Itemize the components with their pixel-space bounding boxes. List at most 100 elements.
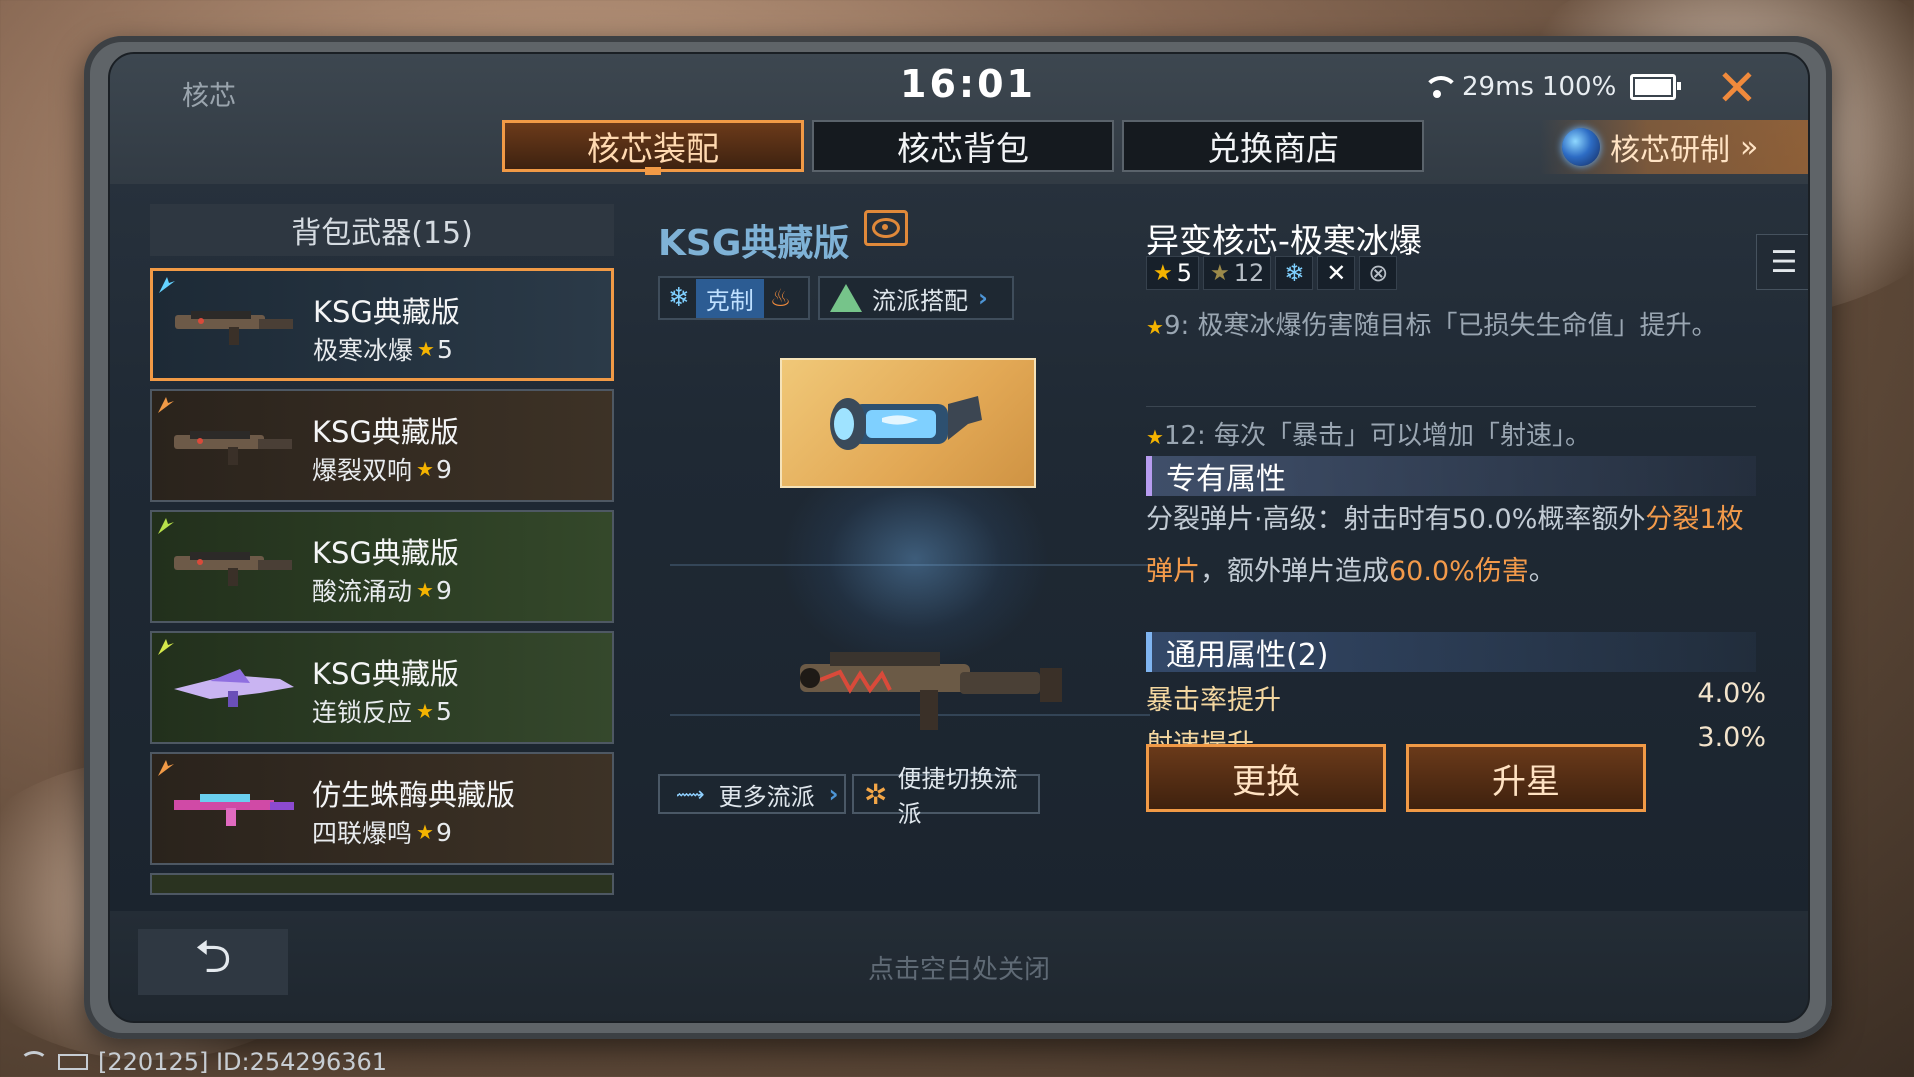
battery-text: 100%: [1541, 72, 1617, 102]
top-bar: 核芯 16:01 29ms 100% ✕ 核芯装配 核芯背包 兑换商店 核芯研制…: [110, 54, 1808, 184]
battery-icon: [58, 1054, 88, 1070]
bottom-bar: ⮌ 点击空白处关闭: [110, 911, 1808, 1021]
tab-core-assembly[interactable]: 核芯装配: [502, 120, 804, 175]
wifi-icon: [1420, 74, 1454, 100]
weapon-item-partial[interactable]: [150, 873, 614, 895]
exclusive-header: 专有属性: [1146, 456, 1756, 497]
detail-view-icon[interactable]: ☰: [1756, 234, 1808, 290]
star-count: 5: [1176, 259, 1193, 287]
core-stars: 9: [435, 575, 452, 605]
weapon-item[interactable]: KSG典藏版 连锁反应 ★ 5: [150, 631, 614, 744]
weapon-list[interactable]: KSG典藏版 极寒冰爆 ★ 5 KSG典藏版 爆裂双响 ★ 9 KSG典藏版 酸流涌动 ★…: [150, 268, 614, 895]
star-icon: ★: [416, 820, 434, 844]
weapon-model: [800, 652, 1062, 730]
weapon-type-icon: ✕: [1317, 256, 1356, 290]
tab-exchange-shop[interactable]: 兑换商店: [1122, 120, 1424, 172]
divider: [1146, 406, 1756, 407]
battery-icon: [1630, 74, 1682, 100]
flame-icon: ♨: [769, 284, 792, 312]
weapon-name: KSG典藏版: [312, 536, 459, 570]
shotgun-icon: [174, 431, 292, 465]
core-title: 异变核芯-极寒冰爆: [1146, 221, 1422, 260]
exclusive-highlight-damage: 60.0%伤害: [1389, 556, 1529, 587]
star-icon: ★: [1153, 260, 1173, 286]
rifle-icon: [174, 794, 294, 826]
more-schools-button[interactable]: ⟿ 更多流派 ›: [658, 774, 846, 814]
core-name: 酸流涌动: [312, 577, 413, 606]
weapon-core: 爆裂双响 ★ 9: [312, 451, 452, 487]
acid-tag-icon: [158, 518, 174, 534]
star-icon: ★: [416, 457, 434, 481]
weapon-core: 酸流涌动 ★ 9: [312, 572, 452, 608]
weapon-item[interactable]: KSG典藏版 酸流涌动 ★ 9: [150, 510, 614, 623]
core-item-card[interactable]: [780, 358, 1036, 488]
quick-switch-button[interactable]: ✲ 便捷切换流派: [852, 765, 1040, 828]
gun-small-icon: ⟿: [676, 782, 705, 806]
tab-bar: 核芯装配 核芯背包 兑换商店: [502, 120, 1424, 175]
weapon-title: KSG典藏版: [658, 223, 850, 264]
school-match-chip[interactable]: 流派搭配 ›: [818, 276, 1014, 320]
desc-text: 极寒冰爆伤害随目标「已损失生命值」提升。: [1197, 311, 1718, 341]
desc-prefix: 12:: [1163, 421, 1206, 451]
exclusive-text-b: ，额外弹片造成: [1200, 556, 1389, 587]
star-badge: ★ 5: [1146, 256, 1200, 290]
gear-icon: ✲: [864, 777, 888, 811]
core-detail-panel: 异变核芯-极寒冰爆 ★5 ★12 ❄ ✕ ⊗ ☰ ⋯ ★9: 极寒冰爆伤害随目标…: [1146, 204, 1808, 924]
eye-icon[interactable]: [864, 210, 908, 246]
weapon-item[interactable]: 仿生蛛酶典藏版 四联爆鸣 ★ 9: [150, 752, 614, 865]
build-id: [220125] ID:254296361: [98, 1048, 388, 1076]
star-count: 12: [1233, 259, 1265, 287]
core-name: 连锁反应: [312, 698, 413, 727]
shotgun-icon: [174, 552, 292, 586]
footer-build-info: [220125] ID:254296361: [20, 1048, 387, 1076]
tab-core-bag[interactable]: 核芯背包: [812, 120, 1114, 172]
core-stars: 5: [436, 334, 453, 364]
shotgun-icon: [175, 311, 293, 345]
core-name: 爆裂双响: [312, 456, 413, 485]
cooldown-icon: ⊗: [1359, 256, 1398, 290]
weapon-core: 四联爆鸣 ★ 9: [312, 814, 452, 850]
double-chevron-icon: »: [1740, 129, 1759, 165]
weapon-name: 仿生蛛酶典藏版: [312, 778, 516, 812]
core-name: 极寒冰爆: [313, 336, 414, 365]
stat-value: 3.0%: [1697, 722, 1766, 753]
core-research-label: 核芯研制: [1610, 133, 1730, 168]
general-header: 通用属性(2): [1146, 632, 1756, 673]
weapon-name: KSG典藏版: [313, 295, 460, 329]
weapon-preview-panel: KSG典藏版 ❄ 克制 ♨ 流派搭配 › ⟿ 更多流派 › ✲ 便捷切换流派: [650, 194, 1180, 954]
star-icon: ★: [1210, 260, 1230, 286]
screen-title: 核芯: [182, 81, 236, 112]
weapon-item[interactable]: KSG典藏版 爆裂双响 ★ 9: [150, 389, 614, 502]
core-stars: 5: [435, 696, 452, 726]
core-orb-icon: [1562, 128, 1600, 166]
exclusive-text: 分裂弹片·高级：射击时有50.0%概率额外分裂1枚弹片，额外弹片造成60.0%伤…: [1146, 494, 1756, 598]
crystal-gun-icon: [174, 669, 294, 707]
core-stars: 9: [435, 454, 452, 484]
weapon-name: KSG典藏版: [312, 415, 459, 449]
fire-tag-icon: [158, 397, 174, 413]
weapon-core: 连锁反应 ★ 5: [312, 693, 452, 729]
school-label: 流派搭配: [872, 286, 968, 315]
ice-tag-icon: [159, 277, 175, 293]
star-icon: ★: [417, 337, 435, 361]
desc-text: 每次「暴击」可以增加「射速」。: [1214, 421, 1592, 451]
ping-text: 29ms: [1462, 72, 1534, 102]
upgrade-star-button[interactable]: 升星: [1406, 744, 1646, 812]
stat-value: 4.0%: [1697, 678, 1766, 709]
star-effect-9: ★9: 极寒冰爆伤害随目标「已损失生命值」提升。: [1146, 300, 1756, 353]
more-schools-label: 更多流派: [718, 782, 815, 811]
chevron-right-icon: ›: [978, 284, 988, 312]
star-icon: ★: [416, 699, 434, 723]
counter-chip[interactable]: ❄ 克制 ♨: [658, 276, 810, 320]
status-area: 29ms 100%: [1420, 72, 1682, 102]
weapon-item[interactable]: KSG典藏版 极寒冰爆 ★ 5: [150, 268, 614, 381]
exclusive-text-a: 分裂弹片·高级：射击时有50.0%概率额外: [1146, 504, 1646, 535]
close-icon[interactable]: ✕: [1713, 63, 1761, 113]
stat-row: 暴击率提升 4.0%: [1146, 678, 1766, 717]
clock: 16:01: [900, 62, 1036, 106]
replace-button[interactable]: 更换: [1146, 744, 1386, 812]
core-screen: 核芯 16:01 29ms 100% ✕ 核芯装配 核芯背包 兑换商店 核芯研制…: [108, 52, 1810, 1023]
core-research-button[interactable]: 核芯研制 »: [1540, 120, 1808, 174]
counter-label: 克制: [695, 278, 764, 318]
close-hint[interactable]: 点击空白处关闭: [110, 949, 1808, 986]
